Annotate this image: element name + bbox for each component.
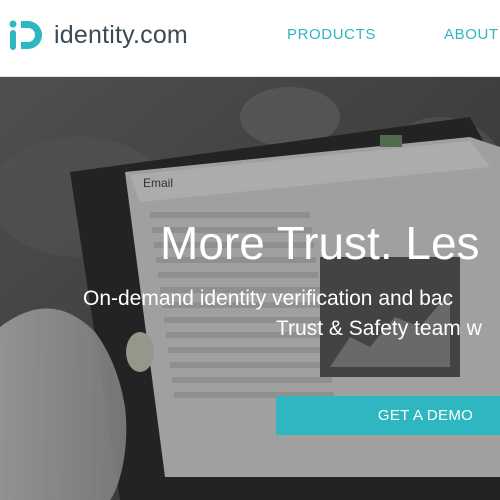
get-a-demo-button[interactable]: GET A DEMO xyxy=(276,396,500,435)
identity-logo-icon xyxy=(9,20,42,50)
logo[interactable]: identity.com xyxy=(8,17,188,53)
logo-suffix: .com xyxy=(132,20,188,49)
nav-products-link[interactable]: PRODUCTS xyxy=(287,26,376,43)
hero-subline-2: Trust & Safety team w xyxy=(276,317,482,340)
logo-wordmark: identity.com xyxy=(54,20,188,49)
hero-headline: More Trust. Les xyxy=(160,217,480,269)
logo-name: identity xyxy=(54,20,133,49)
site-header: identity.com PRODUCTS ABOUT xyxy=(0,0,500,77)
nav-about-link[interactable]: ABOUT xyxy=(444,26,499,43)
hero-subline-1: On-demand identity verification and bac xyxy=(83,287,454,310)
